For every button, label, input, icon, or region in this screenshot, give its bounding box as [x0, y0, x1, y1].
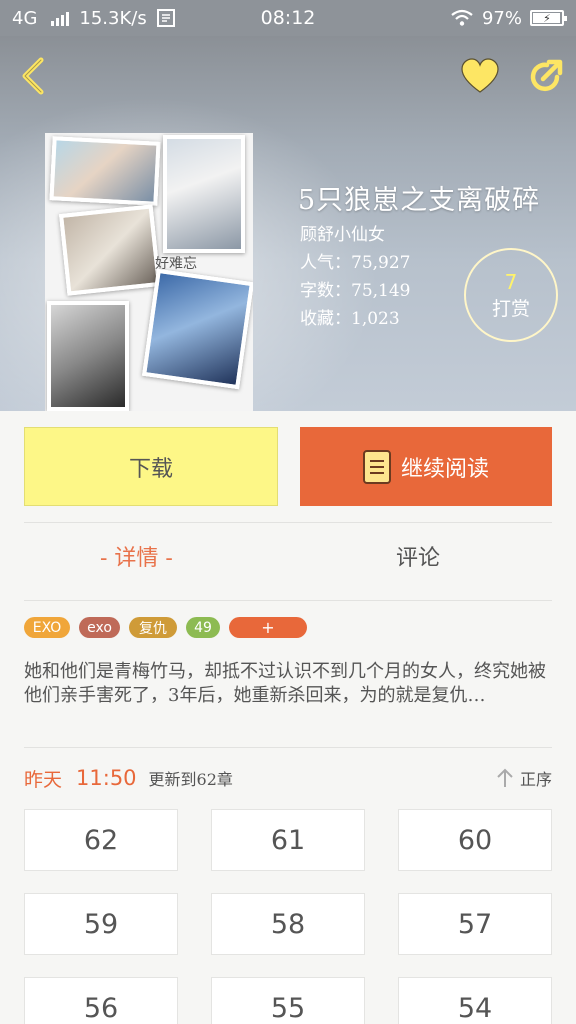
arrow-up-icon [497, 768, 513, 787]
network-speed: 15.3K/s [79, 7, 147, 29]
chapter-button[interactable]: 59 [24, 893, 178, 955]
notification-icon [156, 9, 175, 27]
download-label: 下载 [128, 456, 173, 482]
cover-photo [49, 136, 161, 206]
divider [24, 747, 552, 748]
favorite-button[interactable] [458, 54, 502, 98]
chapter-button[interactable]: 60 [398, 809, 552, 871]
battery-percent: 97% [481, 7, 522, 29]
update-day: 昨天 [24, 768, 63, 791]
tag-item[interactable]: EXO [24, 617, 70, 638]
tag-item[interactable]: exo [79, 617, 120, 638]
sort-order-label: 正序 [519, 770, 552, 789]
book-synopsis[interactable]: 她和他们是青梅竹马，却抵不过认识不到几个月的女人，终究她被他们亲手害死了，3年后… [24, 660, 556, 708]
share-button[interactable] [524, 54, 568, 98]
add-tag-button[interactable]: + [229, 617, 307, 638]
continue-reading-label: 继续阅读 [400, 456, 489, 482]
cover-photo [163, 135, 245, 253]
continue-reading-button[interactable]: 继续阅读 [300, 427, 552, 506]
book-cover[interactable]: 好难忘 [45, 133, 253, 411]
cover-photo [47, 301, 129, 411]
network-type: 4G [12, 7, 38, 29]
book-title: 5只狼崽之支离破碎 [298, 185, 541, 216]
chapter-button[interactable]: 56 [24, 977, 178, 1024]
wifi-icon [451, 9, 473, 26]
tip-button[interactable]: 7 打赏 [464, 248, 558, 342]
cover-photo [58, 204, 162, 296]
book-icon [362, 449, 391, 484]
chapter-button[interactable]: 54 [398, 977, 552, 1024]
battery-icon: ⚡ [530, 10, 567, 26]
tag-item[interactable]: 复仇 [129, 617, 177, 638]
chapter-button[interactable]: 58 [211, 893, 365, 955]
chevron-left-icon [22, 57, 44, 95]
charging-icon: ⚡ [543, 11, 551, 25]
cover-caption: 好难忘 [155, 256, 197, 272]
tip-label: 打赏 [491, 297, 530, 320]
tag-count[interactable]: 49 [186, 617, 220, 638]
update-text: 更新到62章 [148, 770, 233, 789]
book-word-count: 字数：75,149 [300, 281, 411, 301]
book-popularity: 人气：75,927 [300, 253, 411, 273]
tab-comments[interactable]: 评论 [396, 540, 440, 572]
divider [24, 522, 552, 523]
book-author[interactable]: 顾舒小仙女 [300, 220, 385, 245]
divider [24, 600, 552, 601]
heart-icon [461, 58, 499, 93]
chapter-button[interactable]: 55 [211, 977, 365, 1024]
tag-list: EXO exo 复仇 49 + [24, 617, 307, 638]
book-favorites: 收藏：1,023 [300, 309, 400, 329]
share-icon [530, 59, 563, 92]
tab-details[interactable]: - 详情 - [100, 540, 173, 572]
update-time: 11:50 [76, 766, 137, 790]
status-bar: 4G 15.3K/s 08:12 97% ⚡ [0, 0, 576, 36]
signal-icon [51, 10, 70, 26]
update-info: 昨天 11:50 更新到62章 正序 [24, 763, 552, 793]
chapter-button[interactable]: 62 [24, 809, 178, 871]
sort-order-button[interactable]: 正序 [496, 766, 552, 790]
cover-photo [141, 268, 253, 390]
tip-count: 7 [504, 269, 518, 294]
chapter-button[interactable]: 61 [211, 809, 365, 871]
book-header: 好难忘 5只狼崽之支离破碎 顾舒小仙女 人气：75,927 字数：75,149 … [0, 36, 576, 411]
back-button[interactable] [12, 54, 52, 98]
chapter-button[interactable]: 57 [398, 893, 552, 955]
download-button[interactable]: 下载 [24, 427, 278, 506]
